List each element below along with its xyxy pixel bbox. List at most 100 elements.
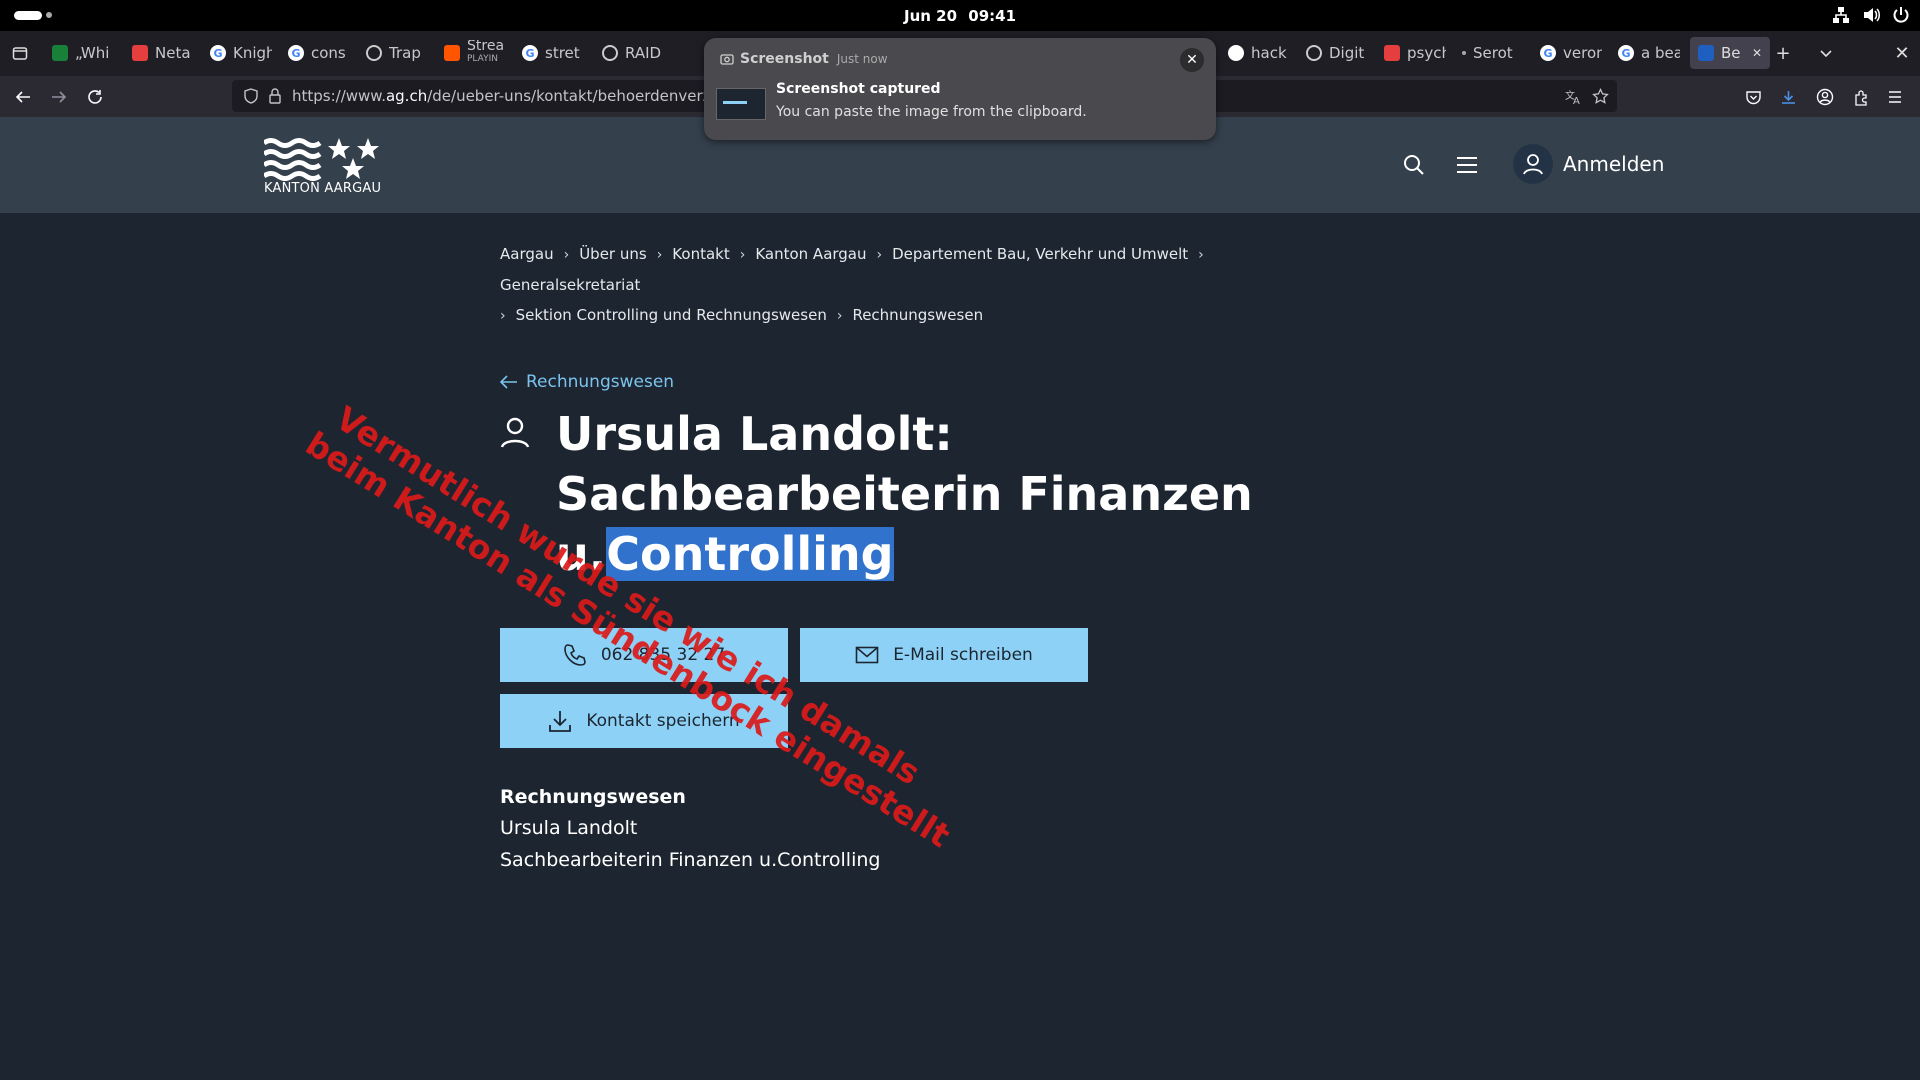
chevron-right-icon: › bbox=[563, 247, 570, 263]
tab-label: Be bbox=[1721, 44, 1741, 62]
breadcrumb-item[interactable]: Kontakt bbox=[672, 245, 729, 263]
notification-body: You can paste the image from the clipboa… bbox=[776, 104, 1087, 120]
breadcrumb: Aargau › Über uns › Kontakt › Kanton Aargau › De… bbox=[500, 239, 1290, 331]
power-icon[interactable] bbox=[1892, 6, 1910, 24]
close-icon[interactable]: ✕ bbox=[1180, 48, 1204, 72]
back-link[interactable]: Rechnungswesen bbox=[500, 372, 674, 392]
tab-label: Serot bbox=[1473, 44, 1513, 62]
tab-label: stret bbox=[545, 44, 580, 62]
login-label: Anmelden bbox=[1563, 152, 1665, 176]
shield-icon[interactable] bbox=[243, 88, 259, 104]
kanton-aargau-icon bbox=[1698, 45, 1714, 61]
browser-tab[interactable]: Neta bbox=[132, 37, 194, 69]
network-icon[interactable] bbox=[1832, 6, 1850, 24]
phone-icon bbox=[564, 644, 586, 666]
pocket-icon bbox=[132, 45, 148, 61]
globe-icon bbox=[1306, 45, 1322, 61]
notification-app-name: Screenshot bbox=[740, 51, 829, 67]
dot-icon bbox=[1462, 51, 1466, 55]
browser-tab[interactable]: G Knigh bbox=[210, 37, 272, 69]
kanton-aargau-logo[interactable] bbox=[264, 137, 380, 181]
tab-label: RAID bbox=[625, 44, 662, 62]
tab-label: hack bbox=[1251, 44, 1287, 62]
browser-tab[interactable]: Be ✕ bbox=[1690, 37, 1770, 69]
pocket-icon[interactable] bbox=[1738, 82, 1768, 112]
svg-text:A: A bbox=[1573, 96, 1580, 105]
google-icon: G bbox=[522, 45, 538, 61]
reload-icon[interactable] bbox=[80, 82, 110, 112]
breadcrumb-item: Rechnungswesen bbox=[852, 306, 984, 324]
new-tab-button[interactable]: + bbox=[1769, 39, 1797, 67]
screenshot-thumbnail bbox=[716, 88, 766, 120]
tab-label: veron bbox=[1563, 44, 1602, 62]
google-icon: G bbox=[210, 45, 226, 61]
browser-tab[interactable]: Strea PLAYIN bbox=[444, 37, 506, 69]
github-icon bbox=[1228, 45, 1244, 61]
system-top-bar: Jun 20 09:41 bbox=[0, 0, 1920, 31]
lock-icon[interactable] bbox=[268, 88, 282, 104]
arrow-left-icon bbox=[500, 375, 517, 389]
google-sheets-icon bbox=[52, 45, 68, 61]
browser-tab[interactable]: Ga bea bbox=[1618, 37, 1680, 69]
browser-tab[interactable]: RAID bbox=[602, 37, 662, 69]
browser-tab[interactable]: Gveron bbox=[1540, 37, 1602, 69]
browser-tab[interactable]: „Whi bbox=[52, 37, 112, 69]
contact-name: Ursula Landolt bbox=[500, 817, 638, 839]
firefox-view-icon[interactable] bbox=[6, 39, 34, 67]
menu-icon[interactable] bbox=[1456, 155, 1478, 175]
breadcrumb-item[interactable]: Aargau bbox=[500, 245, 554, 263]
extensions-icon[interactable] bbox=[1846, 82, 1876, 112]
close-tab-icon[interactable]: ✕ bbox=[1752, 46, 1762, 60]
breadcrumb-item[interactable]: Sektion Controlling und Rechnungswesen bbox=[516, 306, 827, 324]
chevron-right-icon: › bbox=[500, 308, 506, 324]
chevron-right-icon: › bbox=[739, 247, 746, 263]
google-icon: G bbox=[1618, 45, 1634, 61]
clock[interactable]: Jun 20 09:41 bbox=[0, 7, 1920, 25]
volume-icon[interactable] bbox=[1862, 6, 1880, 24]
tab-label: „Whi bbox=[75, 44, 110, 62]
google-icon: G bbox=[288, 45, 304, 61]
tab-label: Strea PLAYIN bbox=[467, 40, 505, 64]
translate-icon[interactable]: 文A bbox=[1565, 88, 1582, 105]
page-title: Ursula Landolt: Sachbearbeiterin Finanze… bbox=[556, 404, 1356, 584]
clock-time: 09:41 bbox=[968, 7, 1017, 25]
bookmark-star-icon[interactable] bbox=[1592, 88, 1609, 105]
login-button[interactable]: Anmelden bbox=[1513, 144, 1664, 184]
downloads-icon[interactable] bbox=[1773, 82, 1803, 112]
email-button-label: E-Mail schreiben bbox=[893, 645, 1033, 665]
tab-list-chevron-icon[interactable] bbox=[1812, 39, 1840, 67]
browser-tab[interactable]: Serot bbox=[1462, 37, 1524, 69]
close-window-icon[interactable]: ✕ bbox=[1888, 39, 1916, 67]
tab-label: Digit bbox=[1329, 44, 1365, 62]
chevron-right-icon: › bbox=[876, 247, 883, 263]
browser-tab[interactable]: Gstret bbox=[522, 37, 584, 69]
back-icon[interactable] bbox=[8, 82, 38, 112]
breadcrumb-item[interactable]: Departement Bau, Verkehr und Umwelt bbox=[892, 245, 1188, 263]
tab-label: Knigh bbox=[233, 44, 272, 62]
account-icon[interactable] bbox=[1810, 82, 1840, 112]
breadcrumb-item[interactable]: Über uns bbox=[579, 245, 647, 263]
search-icon[interactable] bbox=[1403, 154, 1425, 176]
url-text[interactable]: https://www.ag.ch/de/ueber-uns/kontakt/b… bbox=[292, 87, 732, 105]
breadcrumb-item[interactable]: Generalsekretariat bbox=[500, 276, 640, 294]
breadcrumb-item[interactable]: Kanton Aargau bbox=[755, 245, 866, 263]
browser-tab[interactable]: Gcons bbox=[288, 37, 350, 69]
app-menu-icon[interactable] bbox=[1880, 82, 1910, 112]
email-button[interactable]: E-Mail schreiben bbox=[800, 628, 1088, 682]
tab-label: Trap bbox=[389, 44, 421, 62]
tab-label: Neta bbox=[155, 44, 191, 62]
download-icon bbox=[549, 711, 572, 732]
browser-tab[interactable]: psych bbox=[1384, 37, 1446, 69]
user-icon bbox=[1513, 144, 1553, 184]
forward-icon[interactable] bbox=[44, 82, 74, 112]
browser-tab[interactable]: Trap bbox=[366, 37, 428, 69]
person-icon bbox=[500, 417, 530, 448]
tab-label: a bea bbox=[1641, 44, 1680, 62]
browser-tab[interactable]: hack bbox=[1228, 37, 1290, 69]
notification-title: Screenshot captured bbox=[776, 81, 941, 97]
browser-tab[interactable]: Digit bbox=[1306, 37, 1368, 69]
mail-icon bbox=[855, 646, 879, 664]
screenshot-icon bbox=[720, 54, 734, 65]
globe-icon bbox=[602, 45, 618, 61]
screenshot-notification[interactable]: Screenshot Just now ✕ Screenshot capture… bbox=[704, 38, 1216, 140]
